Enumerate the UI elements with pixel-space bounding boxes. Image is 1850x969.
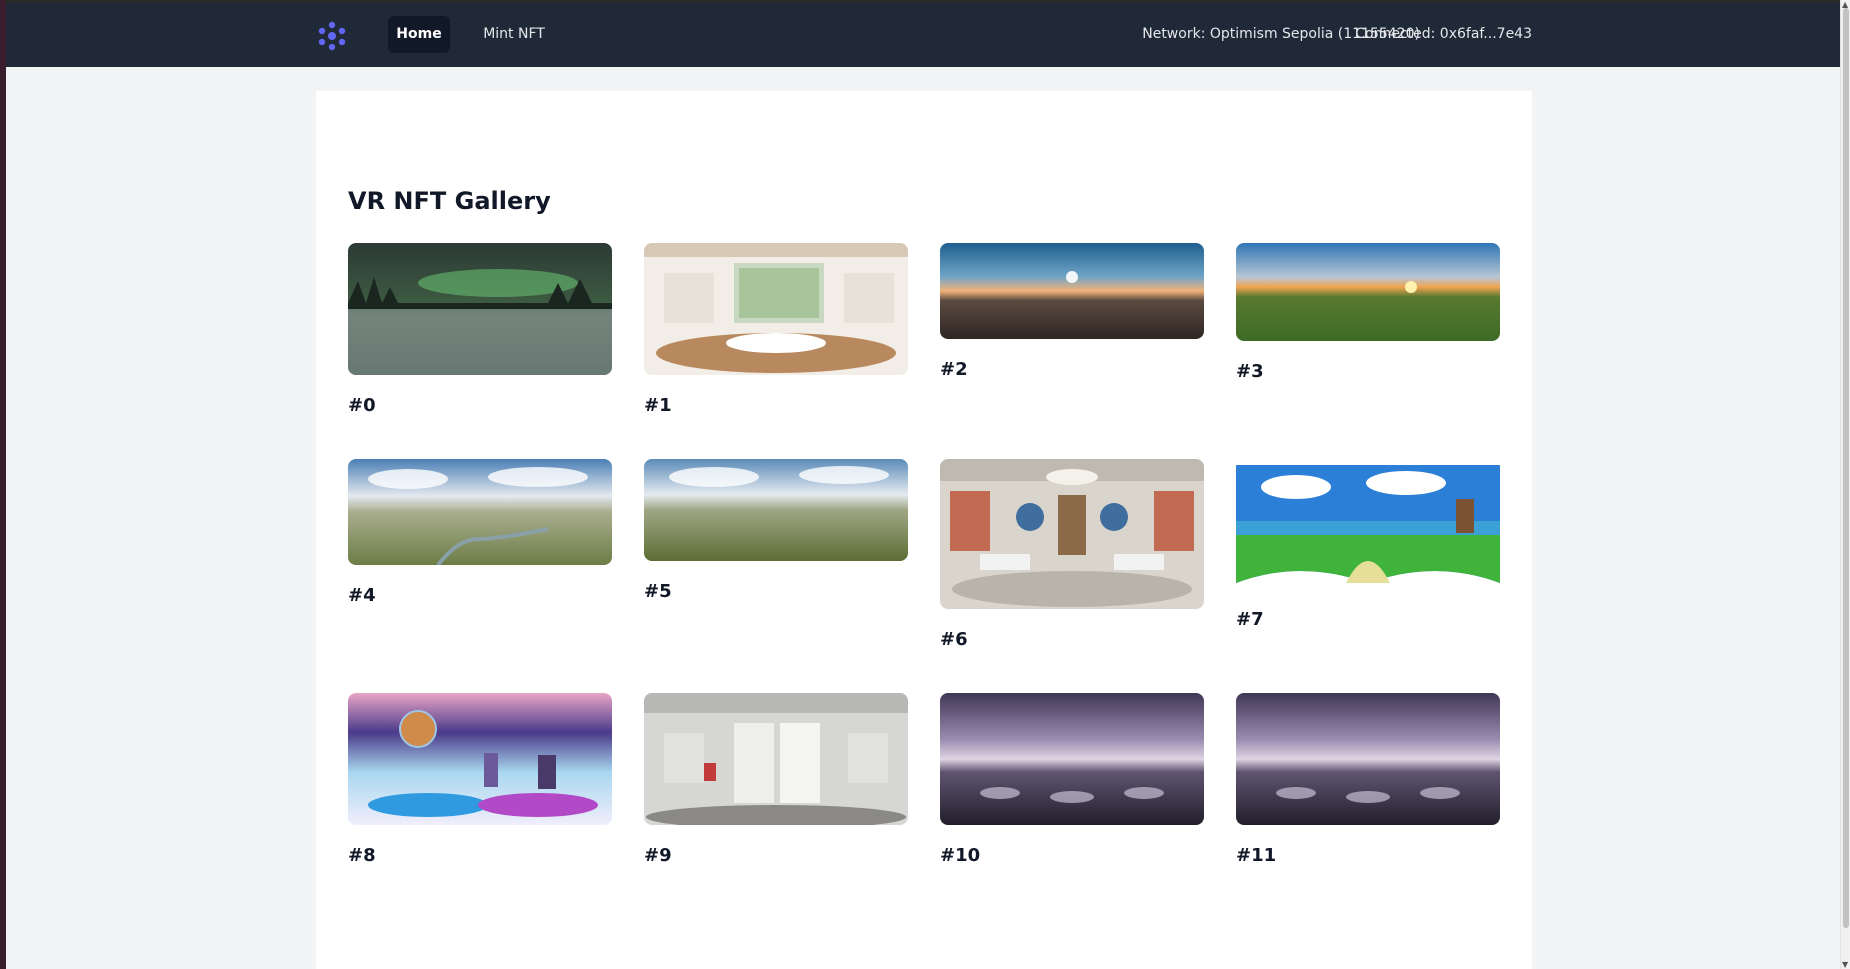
- scroll-down-icon[interactable]: ▼: [1842, 960, 1848, 969]
- page-title: VR NFT Gallery: [348, 187, 551, 215]
- nft-image-living-room[interactable]: [644, 243, 908, 375]
- nft-label: #5: [644, 581, 672, 602]
- scrollbar-thumb[interactable]: [1843, 8, 1849, 928]
- page-scrollbar[interactable]: ▲ ▼: [1840, 0, 1850, 969]
- nft-image-space-mechs[interactable]: [348, 693, 612, 825]
- nft-image-purple-city[interactable]: [1236, 693, 1500, 825]
- gallery-panel: VR NFT Gallery #0 #1 #2 #3 #4 #5 #6 #7 #…: [316, 91, 1532, 969]
- nft-label: #9: [644, 845, 672, 866]
- nft-image-sunrise-city[interactable]: [940, 243, 1204, 339]
- nft-label: #7: [1236, 609, 1264, 630]
- dots-flower-logo-icon[interactable]: [316, 20, 348, 52]
- nft-label: #2: [940, 359, 968, 380]
- nft-image-cloudy-fields[interactable]: [644, 459, 908, 561]
- nft-card[interactable]: #3: [1236, 243, 1500, 382]
- nft-card[interactable]: #4: [348, 459, 612, 606]
- nav-mint-nft-link[interactable]: Mint NFT: [469, 16, 559, 53]
- nft-card[interactable]: #10: [940, 693, 1204, 866]
- nft-card[interactable]: #2: [940, 243, 1204, 380]
- nft-image-white-hallway[interactable]: [644, 693, 908, 825]
- nft-image-cartoon-island[interactable]: [1236, 459, 1500, 589]
- nft-card[interactable]: #0: [348, 243, 612, 416]
- nft-image-aurora-snow[interactable]: [348, 243, 612, 375]
- nft-label: #1: [644, 395, 672, 416]
- nft-label: #10: [940, 845, 981, 866]
- wallet-connected-status[interactable]: Connected: 0x6faf...7e43: [1355, 16, 1532, 53]
- nft-card[interactable]: #6: [940, 459, 1204, 650]
- nft-image-purple-city[interactable]: [940, 693, 1204, 825]
- nft-card[interactable]: #5: [644, 459, 908, 602]
- nft-label: #6: [940, 629, 968, 650]
- desktop-edge: [0, 0, 6, 969]
- nft-label: #11: [1236, 845, 1277, 866]
- nft-card[interactable]: #1: [644, 243, 908, 416]
- nft-label: #4: [348, 585, 376, 606]
- nft-image-cloudy-river[interactable]: [348, 459, 612, 565]
- nft-label: #8: [348, 845, 376, 866]
- nft-card[interactable]: #8: [348, 693, 612, 866]
- nft-label: #0: [348, 395, 376, 416]
- nft-image-sunset-hills[interactable]: [1236, 243, 1500, 341]
- top-navbar: Home Mint NFT Network: Optimism Sepolia …: [6, 3, 1840, 67]
- nav-home-link[interactable]: Home: [388, 16, 450, 53]
- nft-card[interactable]: #9: [644, 693, 908, 866]
- nft-card[interactable]: #11: [1236, 693, 1500, 866]
- nft-label: #3: [1236, 361, 1264, 382]
- nft-image-anatomy-classroom[interactable]: [940, 459, 1204, 609]
- nft-card[interactable]: #7: [1236, 459, 1500, 630]
